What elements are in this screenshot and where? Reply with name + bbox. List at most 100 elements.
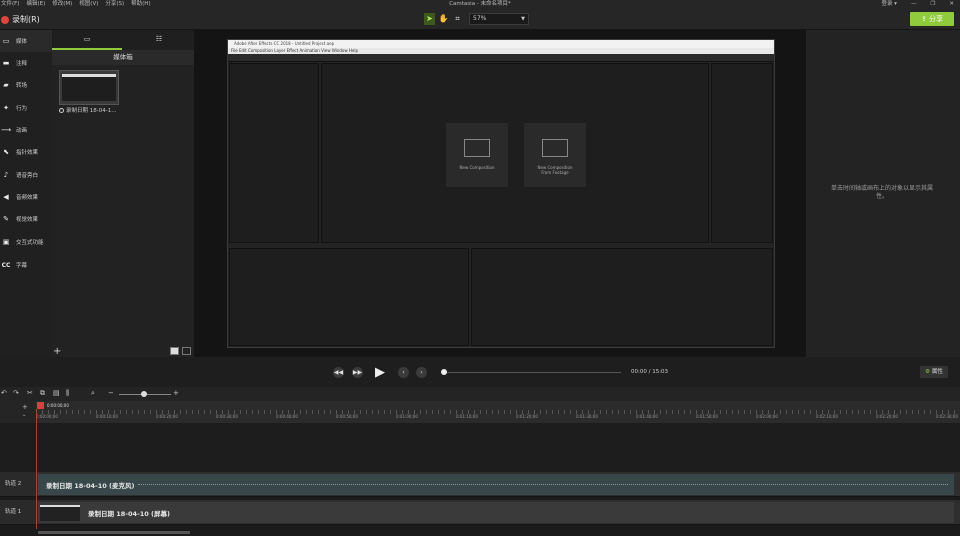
ruler-minor-tick <box>420 410 421 414</box>
sidebar-item-media[interactable]: ▭ 媒体 <box>0 30 52 52</box>
ruler-minor-tick <box>768 410 769 414</box>
ruler-tick-label: 0:01:00;00 <box>396 414 418 419</box>
ae-window-title: Adobe After Effects CC 2018 - Untitled P… <box>228 40 774 48</box>
share-button[interactable]: ⇪ 分享 <box>910 12 954 26</box>
ruler-minor-tick <box>930 410 931 414</box>
sidebar-item-transitions[interactable]: ▰ 转场 <box>0 74 52 96</box>
ruler-minor-tick <box>654 410 655 414</box>
play-icon[interactable]: ▶ <box>372 365 388 381</box>
empty-track-area[interactable] <box>0 423 960 472</box>
sidebar-item-visual-effects[interactable]: ✎ 视觉效果 <box>0 208 52 230</box>
sidebar-item-audio-effects[interactable]: ◀ 音频效果 <box>0 186 52 208</box>
sign-in-button[interactable]: 登录 ▾ <box>881 0 897 9</box>
cut-icon[interactable]: ✂ <box>27 389 33 397</box>
ruler-minor-tick <box>744 410 745 414</box>
previous-icon[interactable]: ‹ <box>398 367 409 378</box>
next-icon[interactable]: › <box>416 367 427 378</box>
scrollbar-thumb[interactable] <box>38 531 190 534</box>
timeline-zoom-handle[interactable] <box>141 391 147 397</box>
add-track-icon[interactable]: + <box>22 403 28 411</box>
ruler-minor-tick <box>774 410 775 414</box>
media-bin-heading: 媒体箱 <box>52 50 194 65</box>
clip-label: 录制日期 18-04-10 (屏幕) <box>88 510 170 518</box>
ruler-minor-tick <box>102 410 103 414</box>
minimize-icon[interactable]: — <box>911 0 917 9</box>
copy-icon[interactable]: ⧉ <box>40 389 45 398</box>
ruler-minor-tick <box>390 410 391 414</box>
timeline-scrollbar[interactable] <box>36 529 960 536</box>
ruler-minor-tick <box>954 410 955 414</box>
list-view-icon[interactable] <box>182 347 191 355</box>
tab-media-bin[interactable]: ▭ <box>52 30 122 50</box>
redo-icon[interactable]: ↷ <box>13 389 19 397</box>
collapse-tracks-icon[interactable]: ⌄ <box>22 412 26 418</box>
maximize-icon[interactable]: ❐ <box>930 0 935 9</box>
zoom-in-icon[interactable]: + <box>173 389 179 397</box>
undo-icon[interactable]: ↶ <box>1 389 7 397</box>
pan-tool-icon[interactable]: ✋ <box>438 13 449 25</box>
split-icon[interactable]: ⫼ <box>66 389 69 398</box>
step-back-icon[interactable]: ◀◀ <box>333 367 344 378</box>
ruler-minor-tick <box>66 410 67 414</box>
playback-scrubber[interactable] <box>444 372 621 373</box>
sidebar-item-annotations[interactable]: ▬ 注释 <box>0 52 52 74</box>
crop-tool-icon[interactable]: ⌗ <box>452 13 463 25</box>
paste-icon[interactable]: ▤ <box>53 389 60 397</box>
ruler-minor-tick <box>660 410 661 414</box>
canvas-preview[interactable]: Adobe After Effects CC 2018 - Untitled P… <box>227 39 775 348</box>
search-icon[interactable]: ⌕ <box>91 389 95 398</box>
ruler-minor-tick <box>210 410 211 414</box>
step-forward-icon[interactable]: ▶▶ <box>352 367 363 378</box>
ruler-minor-tick <box>924 410 925 414</box>
sidebar-item-captions[interactable]: CC 字幕 <box>0 254 52 276</box>
properties-button[interactable]: ⚙ 属性 <box>920 366 948 378</box>
sidebar-item-cursor-effects[interactable]: ⬉ 指针效果 <box>0 141 52 163</box>
ruler-minor-tick <box>294 410 295 414</box>
sidebar-item-label: 指针效果 <box>16 150 39 156</box>
scrubber-handle[interactable] <box>441 369 447 375</box>
close-icon[interactable]: ✕ <box>949 0 954 9</box>
media-clip-thumbnail[interactable] <box>59 70 119 105</box>
ruler-minor-tick <box>786 410 787 414</box>
sidebar-item-behaviors[interactable]: ✦ 行为 <box>0 97 52 119</box>
ruler-minor-tick <box>564 410 565 414</box>
ruler-minor-tick <box>732 410 733 414</box>
animation-icon: ⟶ <box>1 126 12 134</box>
timeline-ruler[interactable]: 0:00:00;00 0:00:10;00 0:00:20;00 0:00:30;00… <box>36 401 960 423</box>
zoom-dropdown[interactable]: 57% ▼ <box>469 13 529 25</box>
zoom-out-icon[interactable]: − <box>108 389 114 397</box>
sidebar-item-voice-narration[interactable]: ♪ 语音旁白 <box>0 164 52 186</box>
ruler-minor-tick <box>312 410 313 414</box>
grid-view-icon[interactable] <box>170 347 179 355</box>
ruler-minor-tick <box>324 410 325 414</box>
ruler-minor-tick <box>84 410 85 414</box>
ruler-minor-tick <box>822 410 823 414</box>
audio-clip[interactable]: 录制日期 18-04-10 (麦克风) <box>38 474 954 495</box>
record-button[interactable]: 录制(R) <box>1 14 40 25</box>
behavior-icon: ✦ <box>3 104 9 112</box>
ruler-minor-tick <box>558 410 559 414</box>
ruler-tick-label: 0:00:30;00 <box>216 414 238 419</box>
ruler-minor-tick <box>426 410 427 414</box>
ruler-minor-tick <box>108 410 109 414</box>
ruler-minor-tick <box>54 410 55 414</box>
ruler-minor-tick <box>912 410 913 414</box>
tab-library[interactable]: ☷ <box>124 30 194 50</box>
video-clip[interactable]: 录制日期 18-04-10 (屏幕) <box>38 502 954 523</box>
new-from-footage-label: New Composition From Footage <box>524 165 586 175</box>
ruler-minor-tick <box>180 410 181 414</box>
sidebar-item-label: 注释 <box>16 61 28 67</box>
sidebar-item-interactivity[interactable]: ▣ 交互式功能 <box>0 231 52 253</box>
select-tool-icon[interactable]: ➤ <box>424 13 435 25</box>
track-name[interactable]: 轨道 2 <box>0 472 36 497</box>
sidebar-item-animations[interactable]: ⟶ 动画 <box>0 119 52 141</box>
ruler-minor-tick <box>540 410 541 414</box>
add-media-button[interactable]: + <box>53 346 61 357</box>
ruler-minor-tick <box>834 410 835 414</box>
ruler-minor-tick <box>366 410 367 414</box>
ruler-minor-tick <box>444 410 445 414</box>
library-icon: ☷ <box>155 35 163 43</box>
playhead-handle[interactable] <box>37 402 44 409</box>
interactive-icon: ▣ <box>2 238 10 246</box>
track-name[interactable]: 轨道 1 <box>0 500 36 525</box>
